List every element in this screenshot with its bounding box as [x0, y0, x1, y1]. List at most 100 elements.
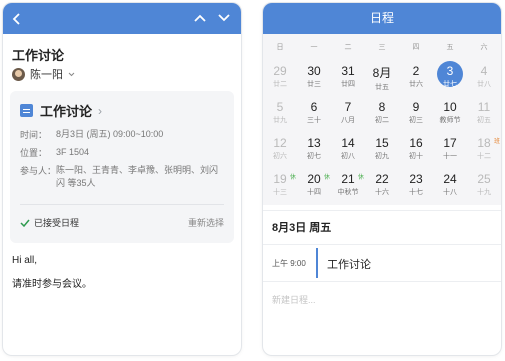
day-cell[interactable]: 5 廿九: [263, 97, 297, 133]
calendar-icon: [20, 104, 33, 117]
weekday-label: 一: [310, 44, 318, 51]
day-number: 8: [378, 100, 386, 114]
lunar-label: 教师节: [439, 117, 461, 124]
calendar-panel: 日程 日 一 二 三 四 五 六 29 廿二 30 廿三 31 廿四 8月 廿五 2 廿六 3 廿七 4 廿八 5 廿九 6…: [263, 3, 501, 355]
lunar-label: 十三: [273, 189, 287, 196]
lunar-label: 十二: [477, 153, 491, 160]
day-cell[interactable]: 23 十七: [399, 169, 433, 205]
day-number: 2: [412, 64, 420, 78]
workday-badge: 班: [493, 139, 500, 145]
divider: [20, 204, 224, 205]
day-cell[interactable]: 13 初七: [297, 133, 331, 169]
day-cell[interactable]: 22 十六: [365, 169, 399, 205]
participants-row: 参与人： 陈一阳、王青青、李卓豫、张明明、刘闪闪 等35人: [20, 164, 221, 190]
day-cell[interactable]: 18 十二班: [467, 133, 501, 169]
day-cell[interactable]: 8月 廿五: [365, 61, 399, 97]
event-time: 上午 9:00: [272, 259, 306, 268]
weekday-bar: 日一二三四五六: [263, 34, 501, 61]
day-number: 24: [443, 172, 457, 186]
day-cell[interactable]: 11 初五: [467, 97, 501, 133]
day-cell[interactable]: 31 廿四: [331, 61, 365, 97]
day-cell[interactable]: 6 三十: [297, 97, 331, 133]
lunar-label: 廿三: [307, 81, 321, 88]
week-row: 5 廿九 6 三十 7 八月 8 初二 9 初三 10 教师节 11 初五: [263, 97, 501, 133]
day-number: 16: [409, 136, 423, 150]
holiday-badge: 休: [357, 175, 364, 181]
lunar-label: 廿二: [273, 81, 287, 88]
day-cell[interactable]: 7 八月: [331, 97, 365, 133]
lunar-label: 八月: [341, 117, 355, 124]
day-cell[interactable]: 17 十一: [433, 133, 467, 169]
time-row: 时间： 8月3日 (周五) 09:00~10:00: [20, 128, 163, 141]
day-number: 31: [341, 64, 355, 78]
week-row: 19 十三休 20 十四休 21 中秋节休 22 十六 23 十七 24 十八 25 十九: [263, 169, 501, 205]
lunar-label: 初六: [273, 153, 287, 160]
chevron-down-icon[interactable]: [217, 12, 231, 24]
day-cell[interactable]: 14 初八: [331, 133, 365, 169]
day-number: 3: [446, 64, 454, 78]
day-cell[interactable]: 8 初二: [365, 97, 399, 133]
lunar-label: 十九: [477, 189, 491, 196]
day-cell[interactable]: 10 教师节: [433, 97, 467, 133]
day-cell[interactable]: 30 廿三: [297, 61, 331, 97]
card-title-text: 工作讨论: [40, 104, 93, 119]
lunar-label: 廿六: [409, 81, 423, 88]
day-cell[interactable]: 20 十四休: [297, 169, 331, 205]
lunar-label: 初二: [375, 117, 389, 124]
time-label: 时间：: [20, 130, 48, 140]
weekday-label: 五: [446, 44, 454, 51]
organizer[interactable]: 陈一阳: [12, 66, 75, 82]
check-icon: [20, 219, 30, 227]
place-value: 3F 1504: [56, 147, 90, 157]
day-number: 14: [341, 136, 355, 150]
weekday-label: 六: [480, 44, 488, 51]
day-number: 4: [480, 64, 488, 78]
new-schedule-button[interactable]: 新建日程...: [263, 281, 501, 317]
day-cell[interactable]: 4 廿八: [467, 61, 501, 97]
day-number: 17: [443, 136, 457, 150]
time-value: 8月3日 (周五) 09:00~10:00: [56, 129, 164, 139]
holiday-badge: 休: [323, 175, 330, 181]
reselect-button[interactable]: 重新选择: [188, 216, 224, 229]
lunar-label: 初五: [477, 117, 491, 124]
day-cell[interactable]: 16 初十: [399, 133, 433, 169]
message-greeting: Hi all,: [12, 255, 38, 266]
place-row: 位置： 3F 1504: [20, 146, 89, 159]
lunar-label: 十八: [443, 189, 457, 196]
lunar-label: 初九: [375, 153, 389, 160]
avatar: [12, 67, 25, 81]
event-detail-panel: 工作讨论 陈一阳 工作讨论 › 时间： 8月3日 (周五) 09:00~10:0…: [3, 3, 241, 355]
day-number: 25: [477, 172, 491, 186]
back-chevron-icon[interactable]: [11, 12, 23, 26]
chevron-up-icon[interactable]: [193, 12, 207, 24]
selected-date: 8月3日 周五: [263, 210, 501, 244]
lunar-label: 廿七: [443, 81, 457, 88]
holiday-badge: 休: [289, 175, 296, 181]
event-item[interactable]: 上午 9:00 工作讨论: [263, 244, 501, 281]
lunar-label: 初十: [409, 153, 423, 160]
day-cell[interactable]: 12 初六: [263, 133, 297, 169]
event-name: 工作讨论: [327, 259, 371, 271]
day-cell[interactable]: 21 中秋节休: [331, 169, 365, 205]
accepted-status: 已接受日程: [20, 216, 79, 229]
day-cell[interactable]: 29 廿二: [263, 61, 297, 97]
day-number: 9: [412, 100, 420, 114]
lunar-label: 十六: [375, 189, 389, 196]
card-title[interactable]: 工作讨论 ›: [20, 101, 102, 120]
day-cell-selected[interactable]: 3 廿七: [433, 61, 467, 97]
calendar-header: 日程: [263, 3, 501, 34]
lunar-label: 廿九: [273, 117, 287, 124]
day-cell[interactable]: 9 初三: [399, 97, 433, 133]
day-cell[interactable]: 19 十三休: [263, 169, 297, 205]
weekday-label: 四: [412, 44, 420, 51]
day-cell[interactable]: 15 初九: [365, 133, 399, 169]
weekday-label: 日: [276, 44, 284, 51]
participants-label: 参与人：: [20, 166, 57, 176]
day-cell[interactable]: 25 十九: [467, 169, 501, 205]
lunar-label: 十七: [409, 189, 423, 196]
day-cell[interactable]: 2 廿六: [399, 61, 433, 97]
day-number: 30: [307, 64, 321, 78]
day-cell[interactable]: 24 十八: [433, 169, 467, 205]
weekday-label: 三: [378, 44, 386, 51]
detail-header: [3, 3, 241, 34]
